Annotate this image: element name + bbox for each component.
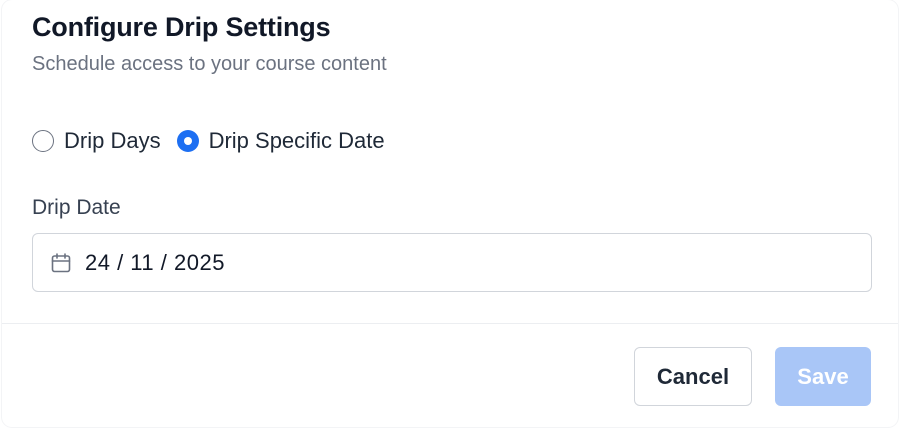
radio-label-drip-specific-date: Drip Specific Date xyxy=(208,128,385,153)
drip-date-label: Drip Date xyxy=(32,196,121,219)
footer-divider xyxy=(2,323,898,324)
dialog-subtitle: Schedule access to your course content xyxy=(32,53,387,75)
dialog-title: Configure Drip Settings xyxy=(32,12,331,42)
cancel-button[interactable]: Cancel xyxy=(634,347,752,406)
calendar-icon xyxy=(49,251,73,275)
radio-drip-specific-date[interactable] xyxy=(176,130,199,152)
radio-option-drip-days[interactable]: Drip Days xyxy=(32,128,161,154)
radio-drip-days[interactable] xyxy=(32,130,54,152)
drip-date-value[interactable]: 24 / 11 / 2025 xyxy=(85,250,225,276)
save-button[interactable]: Save xyxy=(775,347,871,406)
drip-settings-dialog: Configure Drip Settings Schedule access … xyxy=(2,0,898,427)
drip-type-radio-group: Drip Days Drip Specific Date xyxy=(32,126,401,156)
drip-date-input[interactable]: 24 / 11 / 2025 xyxy=(32,233,872,292)
radio-label-drip-days: Drip Days xyxy=(64,128,161,153)
radio-option-drip-specific-date[interactable]: Drip Specific Date xyxy=(176,128,385,154)
